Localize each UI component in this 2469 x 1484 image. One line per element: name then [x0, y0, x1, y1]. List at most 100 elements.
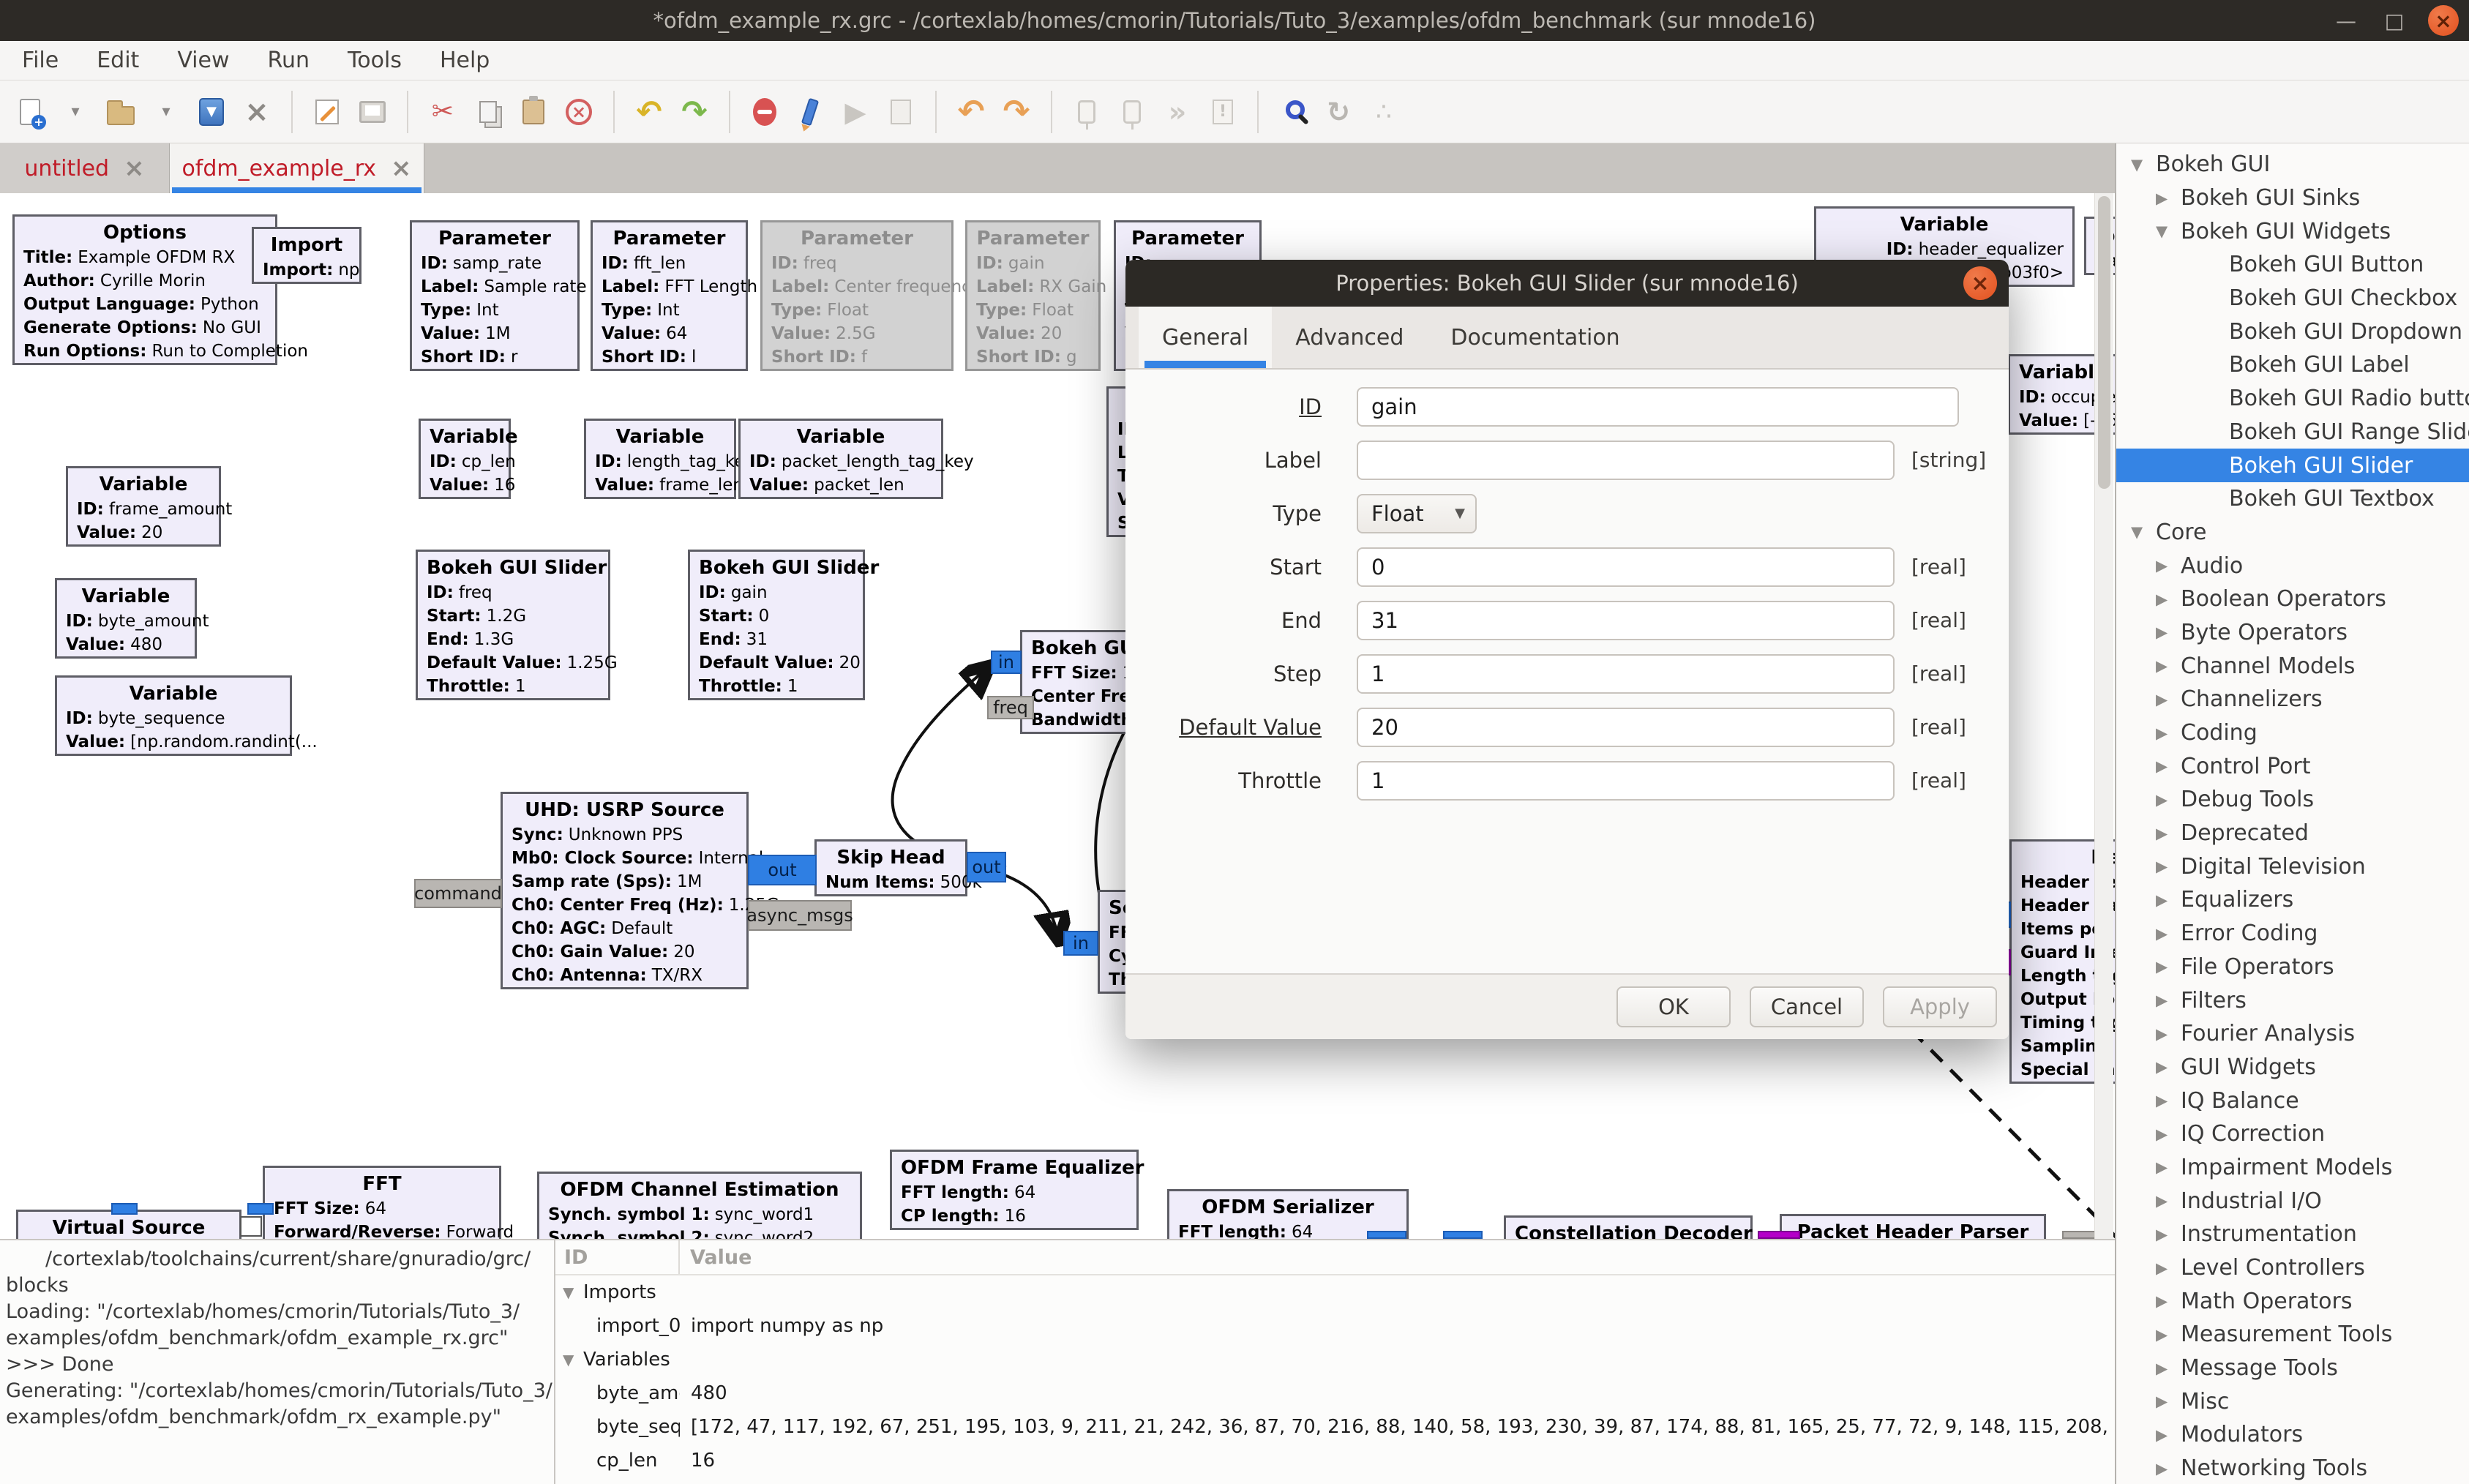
kill-button[interactable]: [878, 87, 923, 137]
variable-table-row[interactable]: cp_len 16: [555, 1444, 2115, 1477]
ok-button[interactable]: OK: [1616, 986, 1731, 1027]
block-skip-head[interactable]: Skip Head Num Items:500k: [814, 839, 967, 896]
reload-blocks-button[interactable]: ↻: [1316, 87, 1361, 137]
block-parameter-samp-rate[interactable]: Parameter ID:samp_rateLabel:Sample rateT…: [410, 220, 580, 371]
screen-capture-button[interactable]: [304, 87, 350, 137]
tree-arrow-icon[interactable]: ▶: [2156, 958, 2181, 975]
paste-button[interactable]: [511, 87, 556, 137]
sidebar-item[interactable]: ▶ Error Coding: [2116, 917, 2469, 951]
tab-documentation[interactable]: Documentation: [1427, 307, 1643, 368]
tree-arrow-icon[interactable]: ▶: [2156, 1259, 2181, 1277]
menu-item[interactable]: File: [3, 41, 78, 80]
enable-button[interactable]: [1064, 87, 1109, 137]
tree-arrow-icon[interactable]: ▶: [2156, 992, 2181, 1009]
sidebar-item[interactable]: Bokeh GUI Textbox: [2116, 482, 2469, 516]
tree-arrow-icon[interactable]: ▶: [2156, 724, 2181, 742]
tree-arrow-icon[interactable]: ▼: [555, 1283, 583, 1301]
tree-arrow-icon[interactable]: ▶: [2156, 1460, 2181, 1477]
step-input[interactable]: [1357, 654, 1895, 694]
throttle-input[interactable]: [1357, 761, 1895, 801]
bypass-button[interactable]: »: [1155, 87, 1200, 137]
close-icon[interactable]: ×: [124, 154, 145, 183]
sidebar-item[interactable]: ▶ Coding: [2116, 716, 2469, 750]
tree-arrow-icon[interactable]: ▼: [2156, 222, 2181, 240]
sidebar-item[interactable]: ▶ Filters: [2116, 983, 2469, 1017]
sidebar-item[interactable]: ▼ Bokeh GUI Widgets: [2116, 214, 2469, 248]
sidebar-item[interactable]: Bokeh GUI Button: [2116, 248, 2469, 282]
tree-arrow-icon[interactable]: ▼: [2131, 156, 2156, 173]
block-constellation-decoder[interactable]: Constellation Decoder: [1504, 1215, 1753, 1239]
tree-arrow-icon[interactable]: ▶: [2156, 1426, 2181, 1444]
maximize-icon[interactable]: □: [2380, 9, 2409, 33]
tree-arrow-icon[interactable]: ▶: [2156, 891, 2181, 909]
variable-table-row[interactable]: ▼ Imports: [555, 1275, 2115, 1309]
copy-button[interactable]: [465, 87, 511, 137]
sidebar-item[interactable]: ▶ Misc: [2116, 1384, 2469, 1418]
block-options[interactable]: Options Title:Example OFDM RXAuthor:Cyri…: [12, 214, 277, 365]
menu-item[interactable]: Tools: [329, 41, 421, 80]
block-parameter-gain-disabled[interactable]: Parameter ID:gainLabel:RX GainType:Float…: [965, 220, 1101, 371]
port-virtual-out[interactable]: [240, 1216, 262, 1237]
sidebar-item[interactable]: ▶ Modulators: [2116, 1418, 2469, 1452]
open-button[interactable]: [98, 87, 143, 137]
sidebar-item[interactable]: ▶ Control Port: [2116, 749, 2469, 783]
close-icon[interactable]: ×: [1963, 266, 1997, 300]
port-in[interactable]: in: [991, 651, 1022, 674]
tree-arrow-icon[interactable]: ▶: [2156, 1025, 2181, 1043]
cancel-button[interactable]: Cancel: [1750, 986, 1864, 1027]
tree-arrow-icon[interactable]: ▶: [2156, 591, 2181, 608]
sidebar-item[interactable]: ▶ Fourier Analysis: [2116, 1017, 2469, 1051]
disable-button[interactable]: [1109, 87, 1155, 137]
port-command[interactable]: command: [414, 879, 502, 908]
menu-item[interactable]: View: [158, 41, 248, 80]
block-bokeh-gui-slider-gain[interactable]: Bokeh GUI Slider ID:gainStart:0End:31Def…: [688, 550, 865, 700]
generate-button[interactable]: [787, 87, 833, 137]
block-parameter-fft-len[interactable]: Parameter ID:fft_lenLabel:FFT LengthType…: [591, 220, 748, 371]
sidebar-item[interactable]: ▶ Channel Models: [2116, 649, 2469, 683]
sidebar-item[interactable]: ▶ IQ Balance: [2116, 1084, 2469, 1117]
tree-arrow-icon[interactable]: ▶: [2156, 1058, 2181, 1076]
tab-untitled[interactable]: untitled ×: [0, 143, 170, 193]
block-ofdm-channel-estimation[interactable]: OFDM Channel Estimation Synch. symbol 1:…: [537, 1172, 862, 1239]
menu-item[interactable]: Help: [421, 41, 509, 80]
save-button[interactable]: [189, 87, 234, 137]
sidebar-item[interactable]: ▶ Industrial I/O: [2116, 1184, 2469, 1218]
tree-arrow-icon[interactable]: ▶: [2156, 825, 2181, 842]
block-ofdm-frame-equalizer[interactable]: OFDM Frame Equalizer FFT length:64CP len…: [890, 1150, 1139, 1230]
canvas-scrollbar[interactable]: [2094, 193, 2113, 1239]
sidebar-item[interactable]: ▶ Channelizers: [2116, 683, 2469, 716]
block-variable-frame-amount[interactable]: Variable ID:frame_amountValue:20: [66, 466, 221, 547]
close-icon[interactable]: ×: [2428, 5, 2459, 36]
tree-arrow-icon[interactable]: ▶: [2156, 691, 2181, 708]
sidebar-item[interactable]: ▶ Message Tools: [2116, 1352, 2469, 1385]
menu-item[interactable]: Edit: [78, 41, 158, 80]
sidebar-item[interactable]: ▶ Impairment Models: [2116, 1151, 2469, 1185]
delete-button[interactable]: ×: [556, 87, 602, 137]
redo-button[interactable]: ↷: [672, 87, 717, 137]
find-button[interactable]: [1270, 87, 1316, 137]
sidebar-item[interactable]: Bokeh GUI Label: [2116, 348, 2469, 382]
sidebar-item[interactable]: ▶ Boolean Operators: [2116, 582, 2469, 616]
new-dropdown-button[interactable]: ▾: [53, 87, 98, 137]
sidebar-item[interactable]: Bokeh GUI Range Slider: [2116, 416, 2469, 449]
sidebar-item[interactable]: ▶ Bokeh GUI Sinks: [2116, 181, 2469, 215]
terminal-button[interactable]: [350, 87, 395, 137]
tree-arrow-icon[interactable]: ▶: [2156, 791, 2181, 809]
dialog-titlebar[interactable]: Properties: Bokeh GUI Slider (sur mnode1…: [1125, 260, 2009, 307]
sidebar-item[interactable]: Bokeh GUI Radio buttons: [2116, 382, 2469, 416]
sidebar-item[interactable]: ▶ Networking Tools: [2116, 1452, 2469, 1484]
apply-button[interactable]: Apply: [1883, 986, 1997, 1027]
sidebar-item[interactable]: ▶ File Operators: [2116, 951, 2469, 984]
rotate-cw-button[interactable]: ↷: [994, 87, 1039, 137]
sidebar-item[interactable]: Bokeh GUI Dropdown: [2116, 315, 2469, 348]
new-button[interactable]: [7, 87, 53, 137]
sidebar-item[interactable]: ▶ Level Controllers: [2116, 1251, 2469, 1285]
scrollbar-thumb[interactable]: [2098, 196, 2110, 489]
sidebar-item[interactable]: ▶ Audio: [2116, 549, 2469, 582]
tree-arrow-icon[interactable]: ▶: [2156, 1192, 2181, 1210]
tree-arrow-icon[interactable]: ▶: [2156, 1393, 2181, 1410]
port-in[interactable]: [111, 1203, 138, 1215]
execute-button[interactable]: ▶: [833, 87, 878, 137]
sidebar-item[interactable]: ▼ Core: [2116, 516, 2469, 550]
block-bokeh-gui-slider-freq[interactable]: Bokeh GUI Slider ID:freqStart:1.2GEnd:1.…: [416, 550, 610, 700]
